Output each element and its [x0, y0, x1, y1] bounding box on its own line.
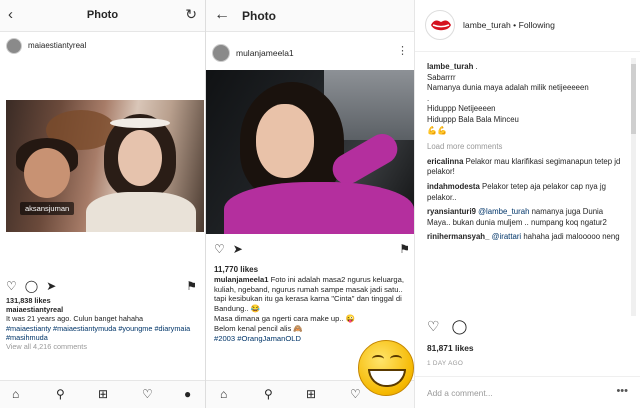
comment-item: ryansianturi9 @lambe_turah namanya juga … — [427, 207, 623, 228]
photo-user-tag[interactable]: aksansjuman — [20, 202, 75, 215]
post-header: mulanjameela1 ⋮ — [212, 44, 410, 62]
profile-lips-icon[interactable]: ● — [184, 387, 191, 401]
add-comment-input[interactable]: Add a comment... — [427, 388, 493, 398]
heart-icon[interactable]: ♡ — [427, 318, 440, 334]
bookmark-icon[interactable]: ⚑ — [186, 279, 197, 293]
photo-person-left-face — [24, 148, 70, 198]
heart-icon[interactable]: ♡ — [214, 242, 225, 256]
caption-line-3: Belom kenal pencil alis — [214, 323, 292, 333]
likes-count[interactable]: 131,838 likes — [6, 296, 202, 305]
username-link[interactable]: mulanjameela1 — [236, 48, 294, 58]
username-link[interactable]: maiaestiantyreal — [28, 41, 86, 50]
home-icon[interactable]: ⌂ — [220, 387, 227, 401]
comment-mention[interactable]: @lambe_turah — [478, 207, 529, 216]
caption-username[interactable]: mulanjameela1 — [214, 275, 268, 284]
post-header: lambe_turah • Following — [415, 0, 640, 52]
caption-comment: lambe_turah . Sabarrrr Namanya dunia may… — [427, 62, 623, 136]
view-comments-link[interactable]: View all 4,216 comments — [6, 342, 202, 351]
caption-username[interactable]: lambe_turah — [427, 62, 473, 71]
activity-heart-icon[interactable]: ♡ — [350, 387, 361, 401]
activity-heart-icon[interactable]: ♡ — [142, 387, 153, 401]
action-bar: ♡ ◯ ➤ — [6, 279, 64, 293]
comment-icon[interactable]: ◯ — [25, 279, 38, 293]
comment-username[interactable]: indahmodesta — [427, 182, 480, 191]
following-button[interactable]: • Following — [513, 20, 555, 30]
comment-username[interactable]: rinihermansyah_ — [427, 232, 489, 241]
add-comment-bar: Add a comment... ••• — [415, 376, 640, 408]
post-caption-block: 11,770 likes mulanjameela1 Foto ini adal… — [214, 265, 410, 343]
comment-icon[interactable]: ◯ — [452, 318, 468, 334]
photo-face — [256, 104, 314, 178]
top-bar: ‹ Photo ↻ — [0, 0, 205, 32]
add-post-icon[interactable]: ⊞ — [306, 387, 316, 401]
post-panel-lambe: lambe_turah • Following lambe_turah . Sa… — [414, 0, 640, 408]
share-icon[interactable]: ➤ — [46, 279, 56, 293]
emoji-eye-right — [390, 355, 402, 363]
share-icon[interactable]: ➤ — [233, 242, 243, 256]
post-photo[interactable]: aksansjuman — [6, 100, 204, 232]
page-title: Photo — [86, 9, 119, 21]
account-header: lambe_turah • Following — [463, 20, 555, 30]
action-bar: ♡ ◯ — [427, 318, 479, 335]
heart-icon[interactable]: ♡ — [6, 279, 17, 293]
scrollbar-thumb[interactable] — [631, 64, 636, 134]
caption-line: . — [427, 93, 430, 103]
caption-line: Hiduppp Bala Bala Minceu — [427, 114, 519, 124]
avatar[interactable] — [6, 38, 22, 54]
comment-item: indahmodesta Pelakor tetep aja pelakor c… — [427, 182, 623, 203]
caption-line: Sabarrrr — [427, 72, 456, 82]
likes-count[interactable]: 81,871 likes — [427, 343, 474, 353]
comment-username[interactable]: ericalinna — [427, 157, 463, 166]
likes-count[interactable]: 11,770 likes — [214, 265, 410, 275]
caption-emoji: 💪💪 — [427, 125, 447, 135]
photo-shirt — [86, 192, 196, 232]
emoji-eye-left — [372, 355, 384, 363]
caption-line: Namanya dunia maya adalah milik netijeee… — [427, 83, 589, 93]
home-icon[interactable]: ⌂ — [12, 387, 19, 401]
refresh-icon[interactable]: ↻ — [185, 6, 197, 23]
photo-sweater — [224, 182, 414, 234]
caption-hashtags[interactable]: #maiaestianty #maiaestiantymuda #youngme… — [6, 324, 202, 342]
avatar[interactable] — [212, 44, 230, 62]
caption-line-3-emoji: 🙈 — [293, 323, 303, 333]
more-options-icon[interactable]: ••• — [616, 385, 628, 397]
post-panel-maia: ‹ Photo ↻ maiaestiantyreal aksansjuman ♡… — [0, 0, 206, 408]
caption-text: It was 21 years ago. Culun banget hahaha — [6, 314, 144, 324]
action-bar: ♡ ➤ — [214, 242, 251, 256]
comment-username[interactable]: ryansianturi9 — [427, 207, 476, 216]
page-title: Photo — [242, 9, 276, 23]
caption-line-2: Masa dimana ga ngerti cara make up.. — [214, 313, 344, 323]
caption-line-2-emoji: 😜 — [345, 313, 356, 323]
scrollbar[interactable] — [631, 58, 636, 316]
lips-icon — [431, 20, 451, 31]
photo-headband — [110, 118, 170, 128]
bottom-nav: ⌂ ⚲ ⊞ ♡ ● — [0, 380, 205, 408]
caption-line: Hiduppp Netijeeeen — [427, 104, 496, 114]
photo-person-right-face — [118, 130, 162, 186]
post-photo[interactable] — [206, 70, 414, 234]
comment-mention[interactable]: @irattari — [492, 232, 522, 241]
lips-avatar[interactable] — [425, 10, 455, 40]
grinning-emoji-sticker — [358, 340, 414, 396]
emoji-mouth — [368, 369, 406, 387]
bookmark-icon[interactable]: ⚑ — [399, 242, 410, 256]
search-icon[interactable]: ⚲ — [264, 387, 273, 401]
top-bar: ← Photo — [206, 0, 414, 32]
caption-username[interactable]: maiaestiantyreal — [6, 305, 63, 314]
account-name[interactable]: lambe_turah — [463, 20, 511, 30]
add-post-icon[interactable]: ⊞ — [98, 387, 108, 401]
comment-item: ericalinna Pelakor mau klarifikasi segim… — [427, 157, 623, 178]
back-arrow-icon[interactable]: ← — [214, 6, 230, 24]
caption-emoji: 😂 — [250, 304, 261, 314]
caption-line: . — [475, 62, 478, 71]
post-header: maiaestiantyreal — [6, 38, 201, 56]
post-caption-block: 131,838 likes maiaestiantyreal It was 21… — [6, 296, 202, 351]
search-icon[interactable]: ⚲ — [56, 387, 65, 401]
comment-text: hahaha jadi malooooo neng — [523, 232, 620, 242]
comment-item: rinihermansyah_ @irattari hahaha jadi ma… — [427, 232, 623, 243]
more-options-icon[interactable]: ⋮ — [397, 44, 408, 57]
post-date: 1 DAY AGO — [427, 360, 464, 367]
comments-list: lambe_turah . Sabarrrr Namanya dunia may… — [427, 62, 623, 247]
load-more-comments-link[interactable]: Load more comments — [427, 142, 623, 153]
